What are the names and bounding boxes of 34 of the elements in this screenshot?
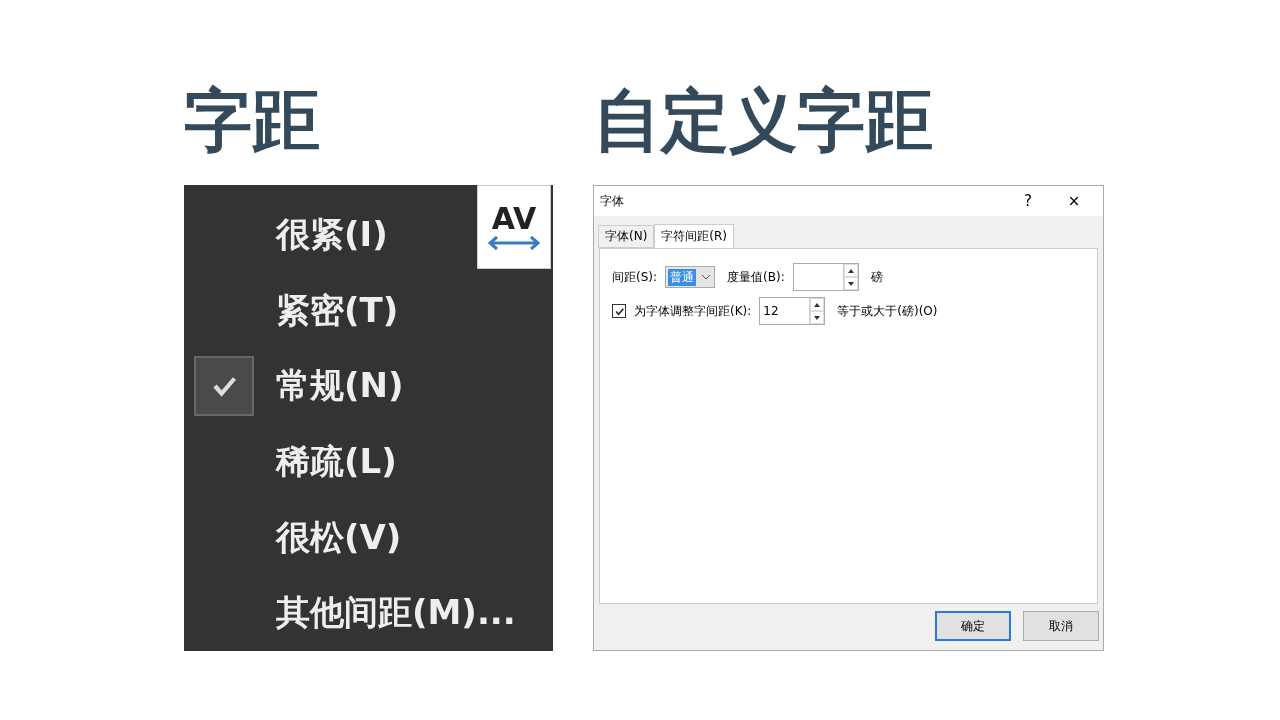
- menu-item[interactable]: 稀疏(L): [276, 438, 397, 485]
- spin-down-button[interactable]: [843, 277, 858, 290]
- down-triangle-icon: [814, 315, 821, 320]
- menu-item[interactable]: 常规(N): [276, 363, 404, 410]
- dialog-button[interactable]: 确定: [935, 611, 1011, 641]
- help-button[interactable]: ?: [1005, 192, 1051, 210]
- spin-up-button[interactable]: [843, 264, 858, 277]
- tab[interactable]: 字体(N): [598, 225, 655, 248]
- spin-up-button[interactable]: [810, 298, 825, 311]
- down-triangle-icon: [847, 281, 854, 286]
- up-triangle-icon: [814, 302, 821, 307]
- menu-item[interactable]: 很紧(I): [276, 211, 388, 258]
- field-label: 度量值(B):: [727, 268, 785, 286]
- menu-item[interactable]: 紧密(T): [276, 287, 399, 334]
- menu-item[interactable]: 很松(V): [276, 514, 402, 561]
- unit-label: 磅: [870, 268, 883, 286]
- up-triangle-icon: [847, 268, 854, 273]
- window-title: 字体: [600, 192, 625, 210]
- tab[interactable]: 字符间距(R): [654, 224, 735, 248]
- double-arrow-icon: [488, 235, 540, 251]
- kerning-checkbox[interactable]: [612, 304, 626, 318]
- checkbox-label: 为字体调整字间距(K):: [634, 302, 752, 320]
- character-spacing-icon[interactable]: AV: [477, 185, 551, 269]
- slide-heading: 字距: [184, 80, 321, 162]
- field-label: 间距(S):: [612, 268, 658, 286]
- kerning-size-field[interactable]: 12: [759, 297, 826, 325]
- spin-down-button[interactable]: [810, 311, 825, 324]
- icon-label: AV: [491, 203, 537, 235]
- field-label: 等于或大于(磅)(O): [837, 302, 938, 320]
- menu-item[interactable]: 其他间距(M)...: [276, 590, 516, 637]
- amount-field[interactable]: [792, 263, 859, 291]
- dialog-button[interactable]: 取消: [1023, 611, 1099, 641]
- close-button[interactable]: ×: [1051, 192, 1097, 210]
- slide-heading: 自定义字距: [593, 80, 934, 162]
